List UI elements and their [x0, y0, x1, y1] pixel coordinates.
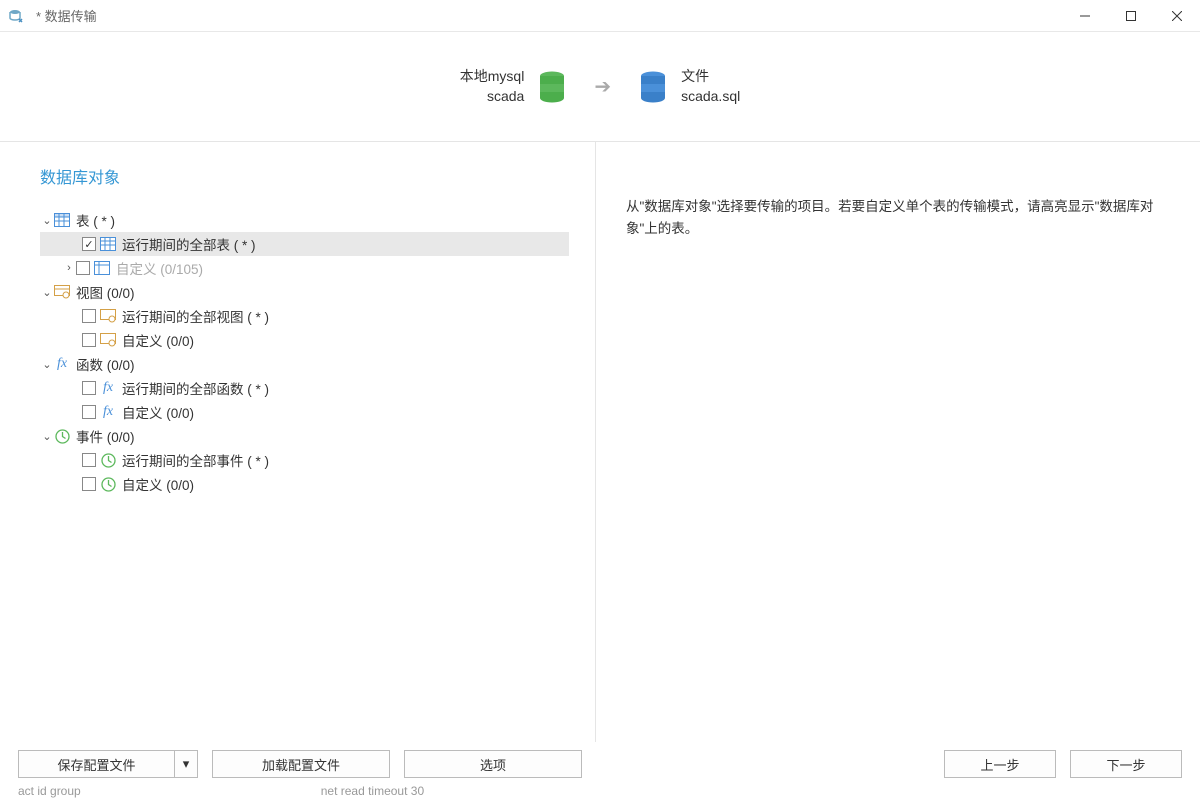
event-icon	[54, 428, 70, 444]
tree-node-views[interactable]: ⌄ 视图 (0/0)	[40, 280, 569, 304]
object-tree[interactable]: ⌄ 表 ( * ) 运行期间的全部表 ( * ) › 自定义 (0/105) ⌄…	[40, 208, 569, 496]
chevron-down-icon[interactable]: ⌄	[40, 358, 54, 371]
arrow-right-icon: ➔	[594, 74, 611, 99]
checkbox[interactable]	[76, 261, 90, 275]
checkbox[interactable]	[82, 237, 96, 251]
chevron-down-icon[interactable]: ⌄	[40, 214, 54, 227]
transfer-header: 本地mysql scada ➔ 文件 scada.sql	[0, 32, 1200, 142]
tree-label: 自定义 (0/0)	[122, 330, 194, 350]
tree-label: 函数 (0/0)	[76, 354, 135, 374]
dest-block: 文件 scada.sql	[639, 67, 740, 106]
tree-node-tables-custom[interactable]: › 自定义 (0/105)	[40, 256, 569, 280]
chevron-down-icon[interactable]: ⌄	[40, 286, 54, 299]
source-db: scada	[460, 87, 525, 107]
event-icon	[100, 476, 116, 492]
tree-node-views-custom[interactable]: 自定义 (0/0)	[40, 328, 569, 352]
titlebar: * 数据传输	[0, 0, 1200, 32]
tree-node-events-custom[interactable]: 自定义 (0/0)	[40, 472, 569, 496]
checkbox[interactable]	[82, 405, 96, 419]
checkbox[interactable]	[82, 333, 96, 347]
tree-label: 表 ( * )	[76, 210, 115, 230]
chevron-right-icon[interactable]: ›	[62, 262, 76, 274]
checkbox[interactable]	[82, 453, 96, 467]
tree-node-views-all[interactable]: 运行期间的全部视图 ( * )	[40, 304, 569, 328]
checkbox[interactable]	[82, 309, 96, 323]
save-profile-button[interactable]: 保存配置文件	[18, 750, 174, 778]
tree-label: 运行期间的全部表 ( * )	[122, 234, 256, 254]
maximize-button[interactable]	[1108, 0, 1154, 32]
source-block: 本地mysql scada	[460, 67, 567, 106]
main-area: 数据库对象 ⌄ 表 ( * ) 运行期间的全部表 ( * ) › 自定义 (0/…	[0, 142, 1200, 742]
tree-node-functions-all[interactable]: fx 运行期间的全部函数 ( * )	[40, 376, 569, 400]
dest-type: 文件	[681, 67, 740, 87]
checkbox[interactable]	[82, 381, 96, 395]
minimize-button[interactable]	[1062, 0, 1108, 32]
tree-node-tables[interactable]: ⌄ 表 ( * )	[40, 208, 569, 232]
section-title: 数据库对象	[40, 164, 569, 188]
window-title: * 数据传输	[36, 6, 97, 25]
tree-label: 自定义 (0/0)	[122, 402, 194, 422]
event-icon	[100, 452, 116, 468]
tree-label: 运行期间的全部函数 ( * )	[122, 378, 269, 398]
view-icon	[100, 308, 116, 324]
chevron-down-icon[interactable]: ⌄	[40, 430, 54, 443]
next-button[interactable]: 下一步	[1070, 750, 1182, 778]
close-button[interactable]	[1154, 0, 1200, 32]
tree-label: 事件 (0/0)	[76, 426, 135, 446]
tree-label: 视图 (0/0)	[76, 282, 135, 302]
tree-label: 运行期间的全部视图 ( * )	[122, 306, 269, 326]
prev-button[interactable]: 上一步	[944, 750, 1056, 778]
background-text: act id group net read timeout 30	[0, 784, 1200, 800]
function-icon: fx	[54, 356, 70, 372]
function-icon: fx	[100, 380, 116, 396]
table-icon	[100, 236, 116, 252]
source-name: 本地mysql	[460, 67, 525, 87]
hint-text: 从"数据库对象"选择要传输的项目。若要自定义单个表的传输模式，请高亮显示"数据库…	[626, 196, 1170, 239]
tree-node-events-all[interactable]: 运行期间的全部事件 ( * )	[40, 448, 569, 472]
footer: 保存配置文件 ▾ 加载配置文件 选项 上一步 下一步	[0, 746, 1200, 782]
database-icon	[639, 71, 667, 103]
function-icon: fx	[100, 404, 116, 420]
table-icon	[54, 212, 70, 228]
table-icon	[94, 260, 110, 276]
view-icon	[100, 332, 116, 348]
app-icon	[8, 8, 24, 24]
database-icon	[538, 71, 566, 103]
dest-file: scada.sql	[681, 87, 740, 107]
options-button[interactable]: 选项	[404, 750, 582, 778]
save-profile-dropdown[interactable]: ▾	[174, 750, 198, 778]
tree-node-functions-custom[interactable]: fx 自定义 (0/0)	[40, 400, 569, 424]
window-controls	[1062, 0, 1200, 32]
tree-node-functions[interactable]: ⌄ fx 函数 (0/0)	[40, 352, 569, 376]
hint-pane: 从"数据库对象"选择要传输的项目。若要自定义单个表的传输模式，请高亮显示"数据库…	[596, 142, 1200, 742]
view-icon	[54, 284, 70, 300]
objects-pane: 数据库对象 ⌄ 表 ( * ) 运行期间的全部表 ( * ) › 自定义 (0/…	[0, 142, 596, 742]
tree-node-tables-all[interactable]: 运行期间的全部表 ( * )	[40, 232, 569, 256]
load-profile-button[interactable]: 加载配置文件	[212, 750, 390, 778]
tree-node-events[interactable]: ⌄ 事件 (0/0)	[40, 424, 569, 448]
tree-label: 运行期间的全部事件 ( * )	[122, 450, 269, 470]
checkbox[interactable]	[82, 477, 96, 491]
tree-label: 自定义 (0/0)	[122, 474, 194, 494]
tree-label: 自定义 (0/105)	[116, 258, 203, 278]
